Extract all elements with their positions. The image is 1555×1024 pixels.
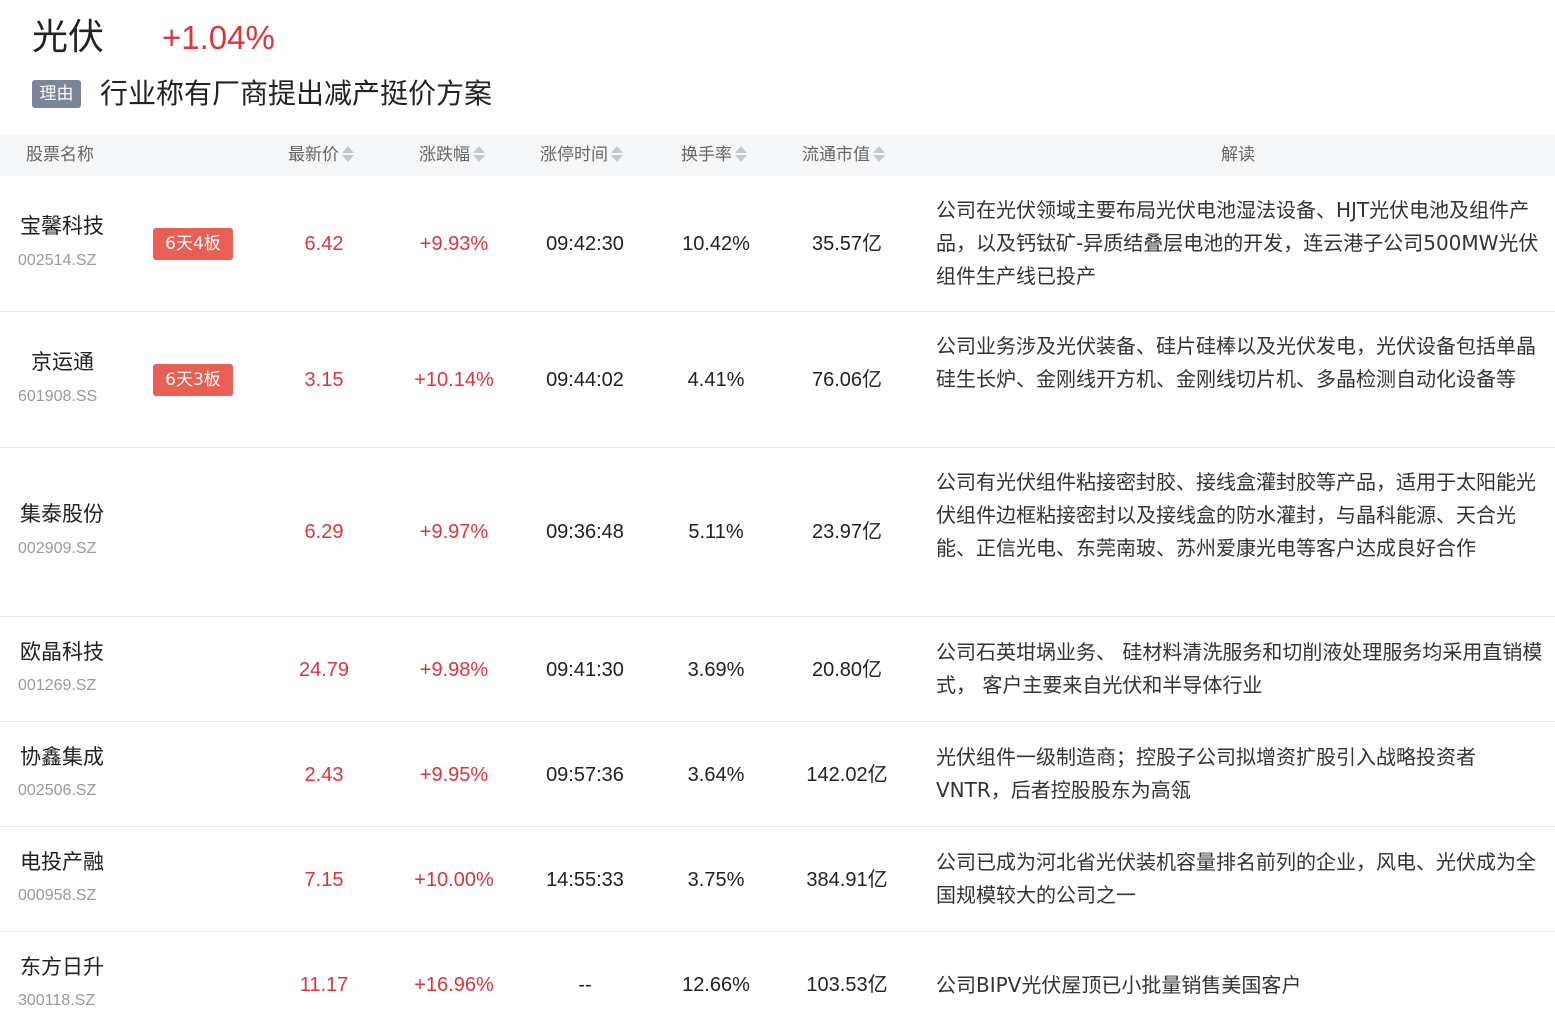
stock-name[interactable]: 东方日升 xyxy=(20,954,104,980)
latest-price: 2.43 xyxy=(304,764,344,786)
header-limit-time[interactable]: 涨停时间 xyxy=(540,134,623,176)
board-tag: 6天4板 xyxy=(153,228,233,260)
latest-price: 6.29 xyxy=(304,521,344,543)
table-row[interactable]: 协鑫集成 002506.SZ 2.43 +9.95% 09:57:36 3.64… xyxy=(0,722,1555,827)
table-row[interactable]: 欧晶科技 001269.SZ 24.79 +9.98% 09:41:30 3.6… xyxy=(0,617,1555,722)
stock-code: 002506.SZ xyxy=(18,782,97,799)
turnover-rate: 3.69% xyxy=(687,659,745,681)
stock-name[interactable]: 宝馨科技 xyxy=(20,213,104,239)
stock-description: 公司已成为河北省光伏装机容量排名前列的企业，风电、光伏成为全国规模较大的公司之一 xyxy=(936,850,1536,907)
table-row[interactable]: 集泰股份 002909.SZ 6.29 +9.97% 09:36:48 5.11… xyxy=(0,448,1555,617)
latest-price: 3.15 xyxy=(304,369,344,391)
stock-name[interactable]: 集泰股份 xyxy=(20,501,104,527)
stock-description: 公司在光伏领域主要布局光伏电池湿法设备、HJT光伏电池及组件产品，以及钙钛矿-异… xyxy=(936,198,1539,288)
table-header: 股票名称 最新价 涨跌幅 涨停时间 换手率 流通市值 解读 xyxy=(0,134,1555,176)
sector-change: +1.04% xyxy=(162,19,275,56)
change-percent: +16.96% xyxy=(414,974,494,996)
header-description: 解读 xyxy=(1221,145,1255,165)
latest-price: 7.15 xyxy=(304,869,344,891)
board-tag: 6天3板 xyxy=(153,364,233,396)
latest-price: 6.42 xyxy=(304,233,344,255)
reason-text: 行业称有厂商提出减产挺价方案 xyxy=(100,77,493,110)
sort-icon[interactable] xyxy=(735,145,747,163)
table-row[interactable]: 宝馨科技 002514.SZ 6天4板 6.42 +9.93% 09:42:30… xyxy=(0,176,1555,312)
header-stock-name: 股票名称 xyxy=(26,145,94,165)
stock-code: 001269.SZ xyxy=(18,677,97,694)
limit-up-time: 09:42:30 xyxy=(546,233,624,255)
limit-up-time: 14:55:33 xyxy=(546,869,624,891)
latest-price: 24.79 xyxy=(298,659,350,681)
stock-description: 公司业务涉及光伏装备、硅片硅棒以及光伏发电，光伏设备包括单晶硅生长炉、金刚线开方… xyxy=(936,334,1536,391)
limit-up-time: 09:36:48 xyxy=(546,521,624,543)
market-cap: 142.02亿 xyxy=(806,764,888,786)
limit-up-time: 09:41:30 xyxy=(546,659,624,681)
turnover-rate: 12.66% xyxy=(682,974,750,996)
reason-tag: 理由 xyxy=(32,80,81,108)
stock-code: 000958.SZ xyxy=(18,887,97,904)
limit-up-time: 09:44:02 xyxy=(546,369,624,391)
turnover-rate: 10.42% xyxy=(682,233,750,255)
turnover-rate: 4.41% xyxy=(687,369,745,391)
stock-name[interactable]: 京运通 xyxy=(31,349,94,375)
market-cap: 35.57亿 xyxy=(811,233,883,255)
table-row[interactable]: 东方日升 300118.SZ 11.17 +16.96% -- 12.66% 1… xyxy=(0,932,1555,1024)
change-percent: +10.00% xyxy=(414,869,494,891)
sort-icon[interactable] xyxy=(473,145,485,163)
stock-description: 公司BIPV光伏屋顶已小批量销售美国客户 xyxy=(936,973,1302,997)
stock-name[interactable]: 协鑫集成 xyxy=(20,744,104,770)
limit-up-time: -- xyxy=(578,974,592,996)
sort-icon[interactable] xyxy=(873,145,885,163)
stock-table: 宝馨科技 002514.SZ 6天4板 6.42 +9.93% 09:42:30… xyxy=(0,176,1555,1024)
limit-up-time: 09:57:36 xyxy=(546,764,624,786)
market-cap: 76.06亿 xyxy=(811,369,883,391)
change-percent: +9.97% xyxy=(419,521,489,543)
stock-code: 002514.SZ xyxy=(18,252,97,269)
sector-name: 光伏 xyxy=(32,17,105,58)
header-change[interactable]: 涨跌幅 xyxy=(419,134,485,176)
turnover-rate: 3.75% xyxy=(687,869,745,891)
table-row[interactable]: 京运通 601908.SS 6天3板 3.15 +10.14% 09:44:02… xyxy=(0,312,1555,448)
stock-code: 601908.SS xyxy=(18,388,98,405)
latest-price: 11.17 xyxy=(299,974,349,996)
table-row[interactable]: 电投产融 000958.SZ 7.15 +10.00% 14:55:33 3.7… xyxy=(0,827,1555,932)
turnover-rate: 5.11% xyxy=(688,521,744,543)
change-percent: +9.98% xyxy=(419,659,489,681)
stock-description: 光伏组件一级制造商；控股子公司拟增资扩股引入战略投资者VNTR，后者控股股东为高… xyxy=(936,745,1476,802)
market-cap: 384.91亿 xyxy=(806,869,888,891)
stock-name[interactable]: 欧晶科技 xyxy=(20,639,104,665)
sector-header: 光伏 +1.04% 理由 行业称有厂商提出减产挺价方案 xyxy=(0,0,1555,134)
change-percent: +9.93% xyxy=(419,233,489,255)
stock-code: 002909.SZ xyxy=(18,540,97,557)
header-price[interactable]: 最新价 xyxy=(288,134,354,176)
stock-name[interactable]: 电投产融 xyxy=(20,849,104,875)
sort-icon[interactable] xyxy=(611,145,623,163)
change-percent: +9.95% xyxy=(419,764,489,786)
header-turnover[interactable]: 换手率 xyxy=(681,134,747,176)
market-cap: 23.97亿 xyxy=(811,521,883,543)
market-cap: 20.80亿 xyxy=(811,659,883,681)
turnover-rate: 3.64% xyxy=(687,764,745,786)
stock-description: 公司石英坩埚业务、 硅材料清洗服务和切削液处理服务均采用直销模式， 客户主要来自… xyxy=(936,640,1543,697)
market-cap: 103.53亿 xyxy=(806,974,888,996)
stock-description: 公司有光伏组件粘接密封胶、接线盒灌封胶等产品，适用于太阳能光伏组件边框粘接密封以… xyxy=(936,470,1536,560)
stock-code: 300118.SZ xyxy=(18,992,96,1009)
change-percent: +10.14% xyxy=(414,369,494,391)
header-market-cap[interactable]: 流通市值 xyxy=(802,134,885,176)
sort-icon[interactable] xyxy=(342,145,354,163)
